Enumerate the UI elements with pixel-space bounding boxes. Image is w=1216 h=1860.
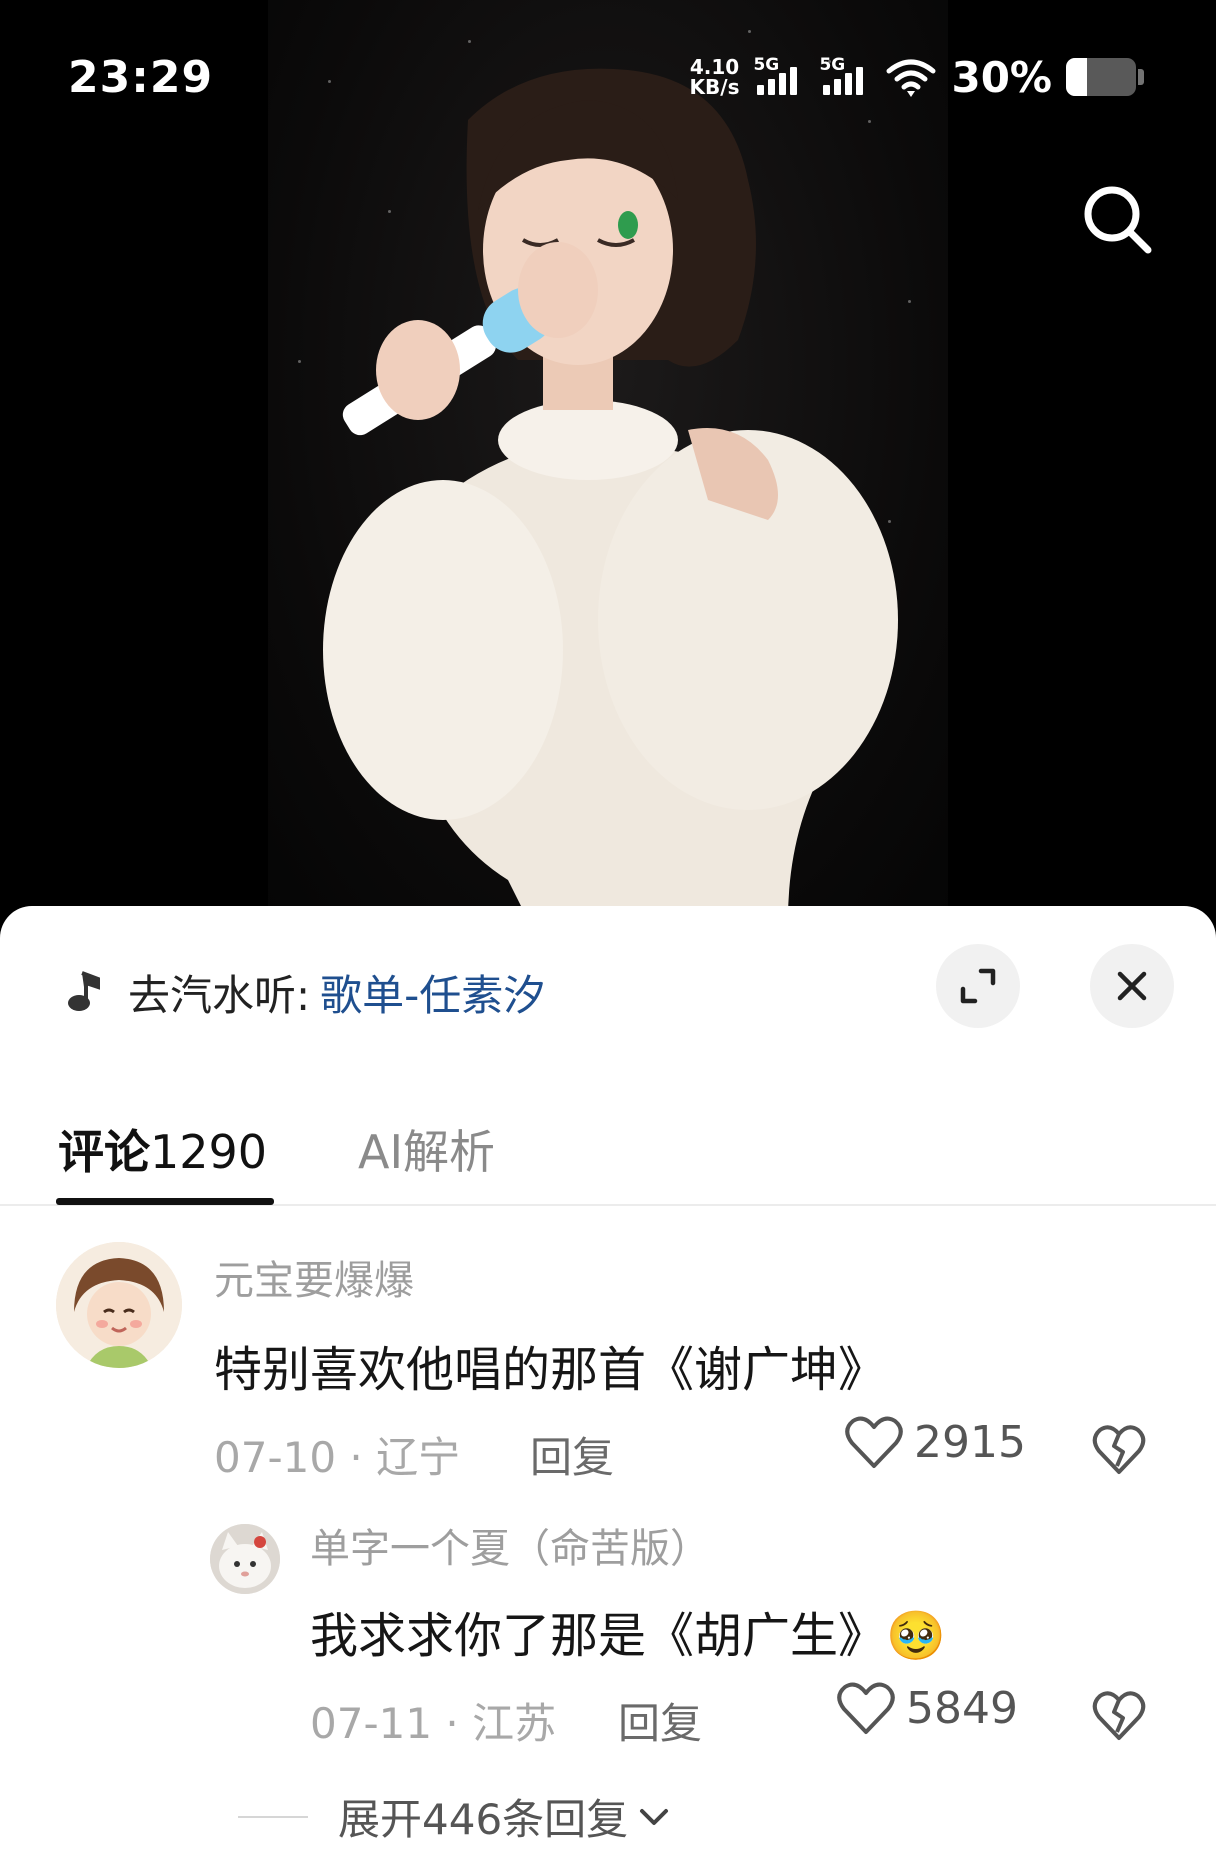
close-button[interactable]: [1090, 944, 1174, 1028]
music-note-icon: [68, 971, 100, 1011]
tab-comments-label: 评论: [58, 1125, 150, 1179]
signal-tag-secondary: 5G: [819, 55, 846, 75]
close-icon: [1117, 971, 1147, 1001]
wifi-icon: [886, 59, 936, 97]
signal-tag: 5G: [753, 55, 780, 75]
reply-like-button[interactable]: 5849: [836, 1680, 1018, 1736]
expand-button[interactable]: [936, 944, 1020, 1028]
reply-avatar-illustration: [210, 1524, 280, 1594]
reply-meta: 07-11 · 江苏: [310, 1699, 557, 1748]
expand-icon: [960, 968, 996, 1004]
comment-username[interactable]: 元宝要爆爆: [214, 1248, 414, 1306]
chevron-down-icon: [640, 1808, 669, 1825]
reply-like-count: 5849: [906, 1682, 1018, 1734]
comment-meta: 07-10 · 辽宁: [214, 1433, 461, 1482]
search-button[interactable]: [1078, 180, 1158, 260]
status-bar: 23:29 4.10 KB/s 5G 5G 30%: [0, 0, 1216, 160]
expand-replies-button[interactable]: 展开446条回复: [238, 1786, 674, 1847]
reply-username[interactable]: 单字一个夏（命苦版）: [310, 1516, 710, 1574]
reply-reply-button[interactable]: 回复: [618, 1690, 702, 1751]
avatar-illustration: [56, 1242, 182, 1368]
tab-ai-analysis[interactable]: AI解析: [358, 1116, 495, 1182]
battery-tip: [1138, 69, 1144, 85]
reply-text: 我求求你了那是《胡广生》🥹: [310, 1596, 946, 1666]
battery-icon: [1066, 58, 1136, 96]
signal-5g-secondary-icon: 5G: [819, 55, 871, 99]
network-speed-unit: KB/s: [689, 75, 740, 99]
reply-dislike-button[interactable]: [1090, 1686, 1148, 1744]
signal-5g-icon: 5G: [753, 55, 805, 99]
network-speed: 4.10 KB/s: [690, 57, 740, 97]
tab-comments[interactable]: 评论1290: [58, 1116, 267, 1182]
comment-sheet: 去汽水听: 歌单-任素汐 评论1290 AI解析 元宝要爆爆 特别喜欢他唱的那首…: [0, 906, 1216, 1860]
search-icon: [1084, 186, 1152, 254]
comment-text: 特别喜欢他唱的那首《谢广坤》: [214, 1342, 887, 1398]
network-speed-value: 4.10: [689, 55, 740, 79]
music-prefix: 去汽水听:: [128, 970, 311, 1020]
reply-avatar[interactable]: [210, 1524, 280, 1594]
broken-heart-icon: [1092, 1425, 1146, 1474]
video-player[interactable]: 23:29 4.10 KB/s 5G 5G 30%: [0, 0, 1216, 920]
tab-comments-count: 1290: [150, 1125, 268, 1179]
heart-icon: [837, 1682, 895, 1734]
tab-bar: 评论1290 AI解析: [0, 1086, 1216, 1206]
like-count: 2915: [914, 1416, 1026, 1468]
battery-percent: 30%: [951, 52, 1052, 102]
dislike-button[interactable]: [1090, 1420, 1148, 1478]
expand-replies-label: 展开446条回复: [338, 1795, 629, 1844]
crying-emoji: 🥹: [886, 1608, 946, 1664]
broken-heart-icon: [1092, 1691, 1146, 1740]
reply-button[interactable]: 回复: [530, 1424, 614, 1485]
music-link-row[interactable]: 去汽水听: 歌单-任素汐: [60, 962, 545, 1022]
expand-divider: [238, 1815, 308, 1818]
avatar[interactable]: [56, 1242, 182, 1368]
active-tab-indicator: [56, 1198, 274, 1205]
reply-text-body: 我求求你了那是《胡广生》: [310, 1608, 887, 1664]
playlist-link[interactable]: 歌单-任素汐: [320, 962, 545, 1023]
heart-icon: [845, 1416, 903, 1468]
like-button[interactable]: 2915: [844, 1414, 1026, 1470]
status-time: 23:29: [68, 52, 214, 103]
